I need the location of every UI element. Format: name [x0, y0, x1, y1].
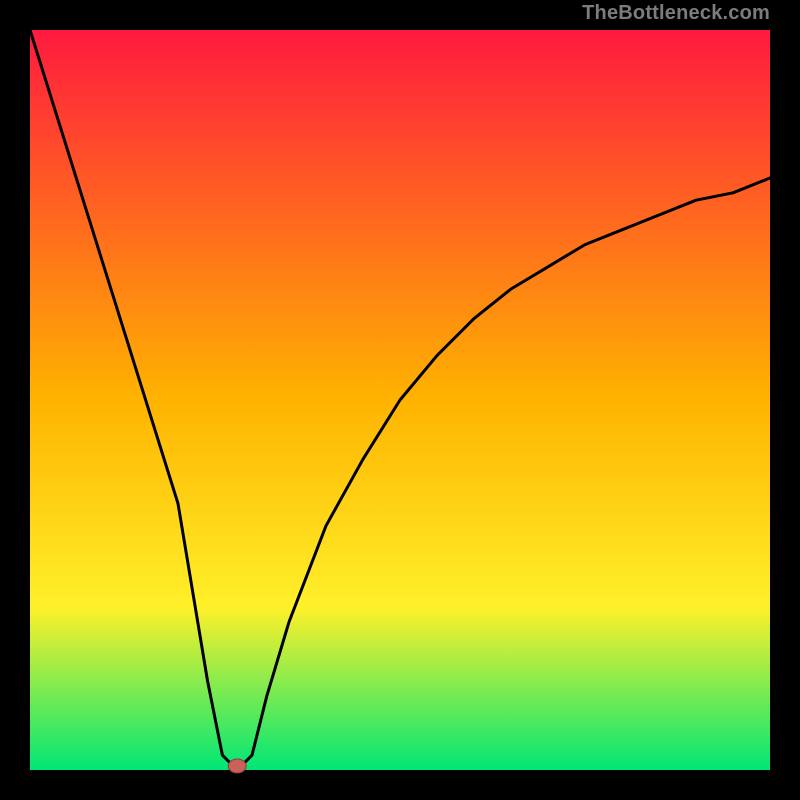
- chart-frame: TheBottleneck.com: [0, 0, 800, 800]
- optimal-point-marker: [228, 759, 246, 773]
- bottleneck-curve-line: [30, 30, 770, 770]
- watermark-text: TheBottleneck.com: [582, 2, 770, 25]
- chart-svg-layer: [30, 30, 770, 770]
